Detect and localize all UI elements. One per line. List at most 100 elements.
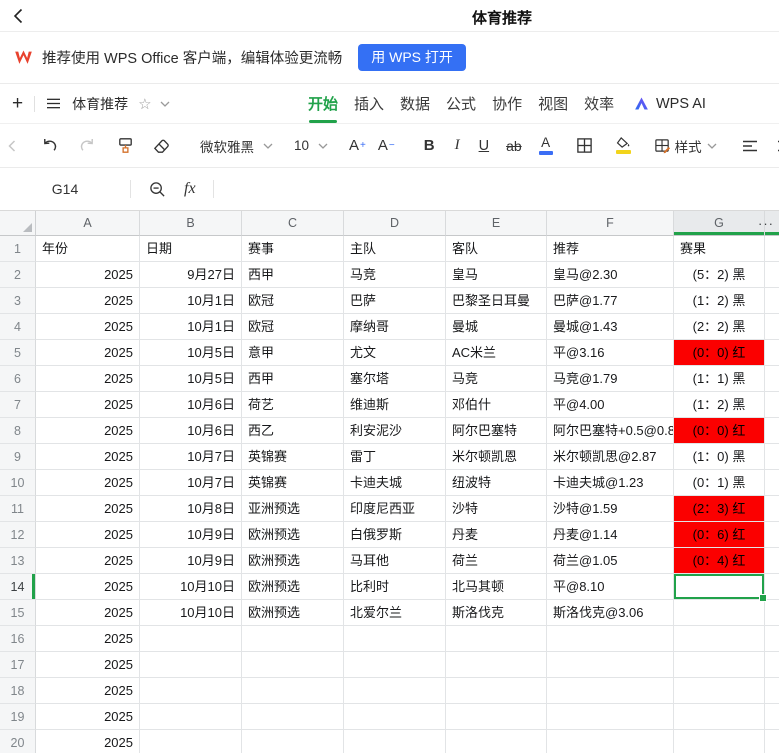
- cell-A18[interactable]: 2025: [36, 678, 140, 704]
- cell-B8[interactable]: 10月6日: [140, 418, 242, 444]
- cell-G15[interactable]: [674, 600, 765, 626]
- cell-C5[interactable]: 意甲: [242, 340, 344, 366]
- cell-D20[interactable]: [344, 730, 446, 753]
- row-header-16[interactable]: 16: [0, 626, 36, 652]
- new-sheet-icon[interactable]: +: [12, 94, 23, 113]
- borders-button[interactable]: [576, 137, 593, 154]
- cell-B11[interactable]: 10月8日: [140, 496, 242, 522]
- tab-开始[interactable]: 开始: [308, 84, 338, 123]
- column-header-A[interactable]: A: [36, 211, 140, 236]
- cell-G2[interactable]: (5：2) 黑: [674, 262, 765, 288]
- cell-F16[interactable]: [547, 626, 674, 652]
- cell-E18[interactable]: [446, 678, 547, 704]
- cell-F13[interactable]: 荷兰@1.05: [547, 548, 674, 574]
- cell-D9[interactable]: 雷丁: [344, 444, 446, 470]
- cell-A15[interactable]: 2025: [36, 600, 140, 626]
- cell-E14[interactable]: 北马其顿: [446, 574, 547, 600]
- cell-C17[interactable]: [242, 652, 344, 678]
- cell-A9[interactable]: 2025: [36, 444, 140, 470]
- increase-font-button[interactable]: A+: [349, 137, 366, 154]
- star-icon[interactable]: ☆: [138, 95, 151, 113]
- cell-A1[interactable]: 年份: [36, 236, 140, 262]
- row-header-3[interactable]: 3: [0, 288, 36, 314]
- cell-A12[interactable]: 2025: [36, 522, 140, 548]
- cell-E20[interactable]: [446, 730, 547, 753]
- cell-D7[interactable]: 维迪斯: [344, 392, 446, 418]
- row-header-15[interactable]: 15: [0, 600, 36, 626]
- tab-数据[interactable]: 数据: [400, 84, 430, 123]
- cell-A17[interactable]: 2025: [36, 652, 140, 678]
- cell-D8[interactable]: 利安泥沙: [344, 418, 446, 444]
- cell-G16[interactable]: [674, 626, 765, 652]
- cell-F7[interactable]: 平@4.00: [547, 392, 674, 418]
- cell-E9[interactable]: 米尔顿凯恩: [446, 444, 547, 470]
- cell-D18[interactable]: [344, 678, 446, 704]
- row-header-8[interactable]: 8: [0, 418, 36, 444]
- cell-C10[interactable]: 英锦赛: [242, 470, 344, 496]
- cell-B19[interactable]: [140, 704, 242, 730]
- cell-D12[interactable]: 白俄罗斯: [344, 522, 446, 548]
- cell-E17[interactable]: [446, 652, 547, 678]
- cell-F1[interactable]: 推荐: [547, 236, 674, 262]
- cell-B16[interactable]: [140, 626, 242, 652]
- underline-button[interactable]: U: [479, 138, 489, 154]
- cell-G13[interactable]: (0：4) 红: [674, 548, 765, 574]
- cell-style-button[interactable]: 样式: [654, 136, 717, 156]
- cell-A7[interactable]: 2025: [36, 392, 140, 418]
- cell-E7[interactable]: 邓伯什: [446, 392, 547, 418]
- cell-E2[interactable]: 皇马: [446, 262, 547, 288]
- cell-B12[interactable]: 10月9日: [140, 522, 242, 548]
- row-header-17[interactable]: 17: [0, 652, 36, 678]
- cell-C4[interactable]: 欧冠: [242, 314, 344, 340]
- row-header-14[interactable]: 14: [0, 574, 36, 600]
- row-header-2[interactable]: 2: [0, 262, 36, 288]
- cell-G6[interactable]: (1：1) 黑: [674, 366, 765, 392]
- tab-公式[interactable]: 公式: [446, 84, 476, 123]
- align-center-icon[interactable]: [742, 139, 758, 153]
- cell-A8[interactable]: 2025: [36, 418, 140, 444]
- cell-F14[interactable]: 平@8.10: [547, 574, 674, 600]
- cell-C1[interactable]: 赛事: [242, 236, 344, 262]
- font-name-select[interactable]: 微软雅黑: [200, 136, 273, 156]
- cell-D14[interactable]: 比利时: [344, 574, 446, 600]
- cell-A2[interactable]: 2025: [36, 262, 140, 288]
- cell-B14[interactable]: 10月10日: [140, 574, 242, 600]
- cell-E15[interactable]: 斯洛伐克: [446, 600, 547, 626]
- cell-C20[interactable]: [242, 730, 344, 753]
- open-in-wps-button[interactable]: 用 WPS 打开: [358, 44, 466, 71]
- cell-G14[interactable]: [674, 574, 765, 600]
- document-name[interactable]: 体育推荐: [72, 94, 128, 114]
- cell-C14[interactable]: 欧洲预选: [242, 574, 344, 600]
- cell-G1[interactable]: 赛果: [674, 236, 765, 262]
- cell-B2[interactable]: 9月27日: [140, 262, 242, 288]
- cell-D5[interactable]: 尤文: [344, 340, 446, 366]
- cell-F10[interactable]: 卡迪夫城@1.23: [547, 470, 674, 496]
- cell-F3[interactable]: 巴萨@1.77: [547, 288, 674, 314]
- search-icon[interactable]: [149, 181, 166, 198]
- cell-F9[interactable]: 米尔顿凯思@2.87: [547, 444, 674, 470]
- cell-C3[interactable]: 欧冠: [242, 288, 344, 314]
- cell-E3[interactable]: 巴黎圣日耳曼: [446, 288, 547, 314]
- column-header-E[interactable]: E: [446, 211, 547, 236]
- cell-G8[interactable]: (0：0) 红: [674, 418, 765, 444]
- cell-F6[interactable]: 马竞@1.79: [547, 366, 674, 392]
- undo-icon[interactable]: [40, 136, 59, 155]
- row-header-12[interactable]: 12: [0, 522, 36, 548]
- cell-F12[interactable]: 丹麦@1.14: [547, 522, 674, 548]
- row-header-13[interactable]: 13: [0, 548, 36, 574]
- row-header-18[interactable]: 18: [0, 678, 36, 704]
- cell-A16[interactable]: 2025: [36, 626, 140, 652]
- cell-F8[interactable]: 阿尔巴塞特+0.5@0.8: [547, 418, 674, 444]
- decrease-font-button[interactable]: A−: [378, 137, 395, 154]
- italic-button[interactable]: I: [455, 137, 460, 154]
- cell-B15[interactable]: 10月10日: [140, 600, 242, 626]
- cell-G17[interactable]: [674, 652, 765, 678]
- cell-C7[interactable]: 荷艺: [242, 392, 344, 418]
- cell-B20[interactable]: [140, 730, 242, 753]
- row-header-6[interactable]: 6: [0, 366, 36, 392]
- cell-F20[interactable]: [547, 730, 674, 753]
- cell-G11[interactable]: (2：3) 红: [674, 496, 765, 522]
- column-header-B[interactable]: B: [140, 211, 242, 236]
- row-header-7[interactable]: 7: [0, 392, 36, 418]
- cell-G7[interactable]: (1：2) 黑: [674, 392, 765, 418]
